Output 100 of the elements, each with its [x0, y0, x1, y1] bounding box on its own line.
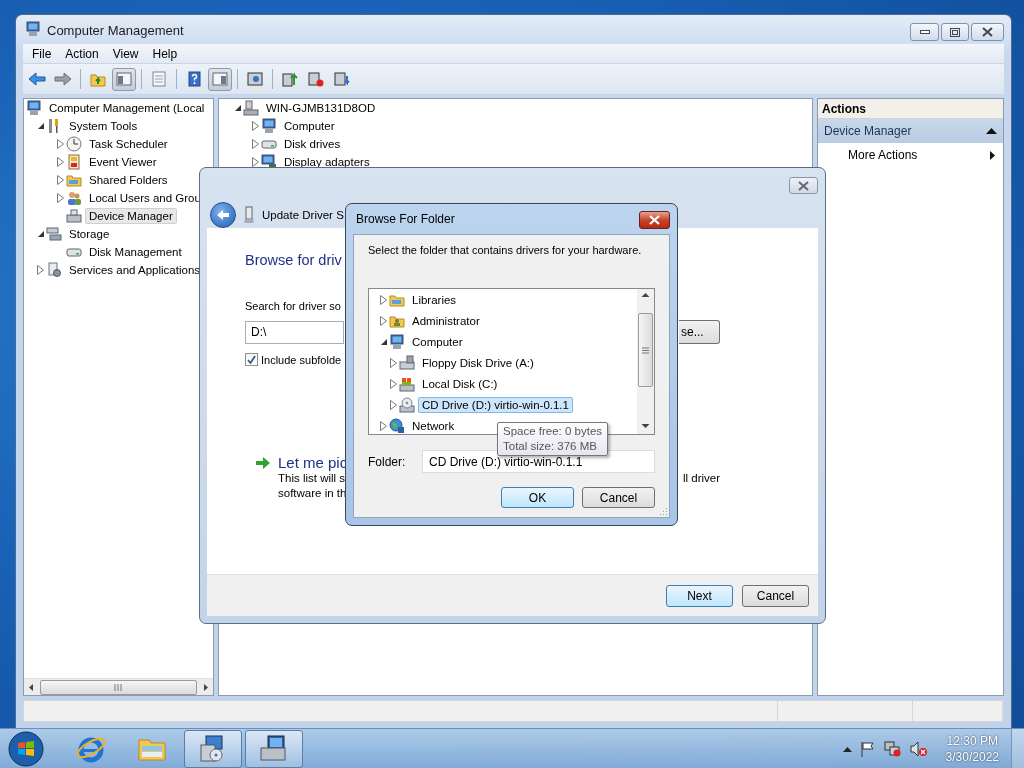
- tree-item[interactable]: Task Scheduler: [85, 136, 172, 152]
- tree-item[interactable]: CD Drive (D:) virtio-win-0.1.1: [418, 396, 573, 413]
- tree-item[interactable]: Storage: [65, 226, 114, 242]
- forward-arrow-icon: [54, 71, 72, 87]
- computer-icon: [389, 333, 405, 350]
- tree-item[interactable]: Libraries: [408, 291, 461, 308]
- uninstall-device-icon: [333, 71, 351, 87]
- tree-item[interactable]: Shared Folders: [85, 172, 172, 188]
- dialog-title: Browse For Folder: [356, 212, 455, 226]
- network-computer-icon: [243, 100, 259, 116]
- volume-button[interactable]: [909, 740, 928, 757]
- network-button[interactable]: [883, 740, 902, 757]
- scan-hardware-icon: [246, 71, 264, 87]
- expand-icon[interactable]: [252, 121, 259, 131]
- expand-icon[interactable]: [57, 175, 64, 185]
- usb-device-icon: [244, 205, 254, 224]
- instruction-text: Select the folder that contains drivers for your hardware.: [368, 244, 643, 256]
- network-icon: [883, 740, 902, 757]
- expand-icon[interactable]: [57, 139, 64, 149]
- toolbar-button[interactable]: [208, 67, 232, 91]
- clock-icon: [66, 136, 82, 152]
- taskbar-button[interactable]: [245, 729, 303, 768]
- tree-item[interactable]: Disk drives: [280, 136, 345, 152]
- dialog-title: Update Driver S: [262, 208, 344, 221]
- back-button[interactable]: [210, 201, 236, 228]
- action-item[interactable]: More Actions: [818, 143, 1003, 167]
- maximize-button[interactable]: [941, 23, 969, 41]
- tree-item[interactable]: System Tools: [65, 118, 142, 134]
- action-pane-icon: [211, 71, 229, 87]
- tree-item[interactable]: WIN-GJMB131D8OD: [262, 100, 380, 116]
- path-field[interactable]: D:\: [245, 320, 344, 344]
- close-button[interactable]: [639, 211, 670, 229]
- toolbar-button[interactable]: [112, 67, 136, 91]
- expand-icon[interactable]: [252, 139, 259, 149]
- taskbar-button[interactable]: [184, 729, 242, 768]
- tree-item[interactable]: Administrator: [408, 312, 484, 329]
- actions-header: Actions: [818, 99, 1003, 119]
- clock-date: 3/30/2022: [945, 748, 999, 765]
- menu-item[interactable]: Action: [58, 46, 106, 61]
- expand-icon[interactable]: [390, 399, 397, 410]
- expand-icon[interactable]: [380, 294, 387, 305]
- browse-button[interactable]: se...: [679, 320, 720, 344]
- close-button[interactable]: [789, 177, 818, 194]
- tree-item[interactable]: Local Disk (C:): [418, 375, 502, 392]
- collapse-icon[interactable]: [233, 104, 242, 112]
- folder-label: Folder:: [368, 454, 407, 469]
- device-icon: [66, 208, 82, 224]
- computer-icon: [25, 21, 41, 37]
- cd-drive-icon: [399, 396, 415, 413]
- clock-time: 12:30 PM: [946, 732, 998, 749]
- properties-icon: [150, 71, 168, 87]
- checkbox[interactable]: [245, 353, 258, 366]
- caret-icon: [842, 745, 852, 752]
- start-orb-icon: [8, 730, 44, 767]
- cancel-button[interactable]: Cancel: [582, 487, 655, 508]
- menu-item[interactable]: File: [25, 46, 59, 61]
- expand-icon[interactable]: [390, 357, 397, 368]
- close-button[interactable]: [971, 23, 1004, 41]
- arrow-icon: [255, 454, 271, 471]
- action-center-button[interactable]: [859, 740, 876, 757]
- vertical-scrollbar[interactable]: [637, 289, 654, 434]
- collapse-icon: [986, 128, 997, 134]
- event-log-icon: [66, 154, 82, 170]
- tree-item[interactable]: Computer Management (Local: [45, 100, 209, 116]
- section-title: Device Manager: [824, 124, 912, 138]
- actions-section[interactable]: Device Manager: [818, 119, 1003, 143]
- tree-pane-icon: [115, 71, 133, 87]
- update-driver-icon: [281, 71, 299, 87]
- expand-icon[interactable]: [57, 157, 64, 167]
- expand-icon[interactable]: [390, 378, 397, 389]
- menu-item[interactable]: View: [105, 46, 146, 61]
- users-icon: [66, 190, 82, 206]
- minimize-icon: [919, 30, 930, 34]
- collapse-icon[interactable]: [36, 230, 45, 238]
- horizontal-scrollbar[interactable]: [24, 678, 213, 695]
- tree-item[interactable]: Floppy Disk Drive (A:): [418, 354, 538, 371]
- floppy-drive-icon: [399, 354, 415, 371]
- minimize-button[interactable]: [910, 23, 939, 41]
- next-button[interactable]: Next: [666, 584, 733, 607]
- show-hidden-icons-button[interactable]: [842, 745, 852, 752]
- tree-item[interactable]: Disk Management: [85, 244, 186, 260]
- tree-item[interactable]: Computer: [280, 118, 339, 134]
- tree-item[interactable]: Display adapters: [280, 154, 374, 170]
- expand-icon[interactable]: [57, 193, 64, 203]
- menu-item[interactable]: Help: [145, 46, 185, 61]
- tree-item[interactable]: Device Manager: [85, 208, 177, 224]
- collapse-icon[interactable]: [36, 122, 45, 130]
- ok-button[interactable]: OK: [501, 487, 574, 508]
- expand-icon[interactable]: [37, 265, 44, 275]
- start-button[interactable]: [6, 729, 46, 768]
- expand-icon[interactable]: [380, 420, 387, 431]
- tree-item[interactable]: Computer: [408, 333, 467, 350]
- tree-item[interactable]: Event Viewer: [85, 154, 161, 170]
- tree-item[interactable]: Network: [408, 417, 459, 434]
- expand-icon[interactable]: [252, 157, 259, 167]
- back-arrow-icon: [216, 208, 230, 221]
- expand-icon[interactable]: [380, 315, 387, 326]
- collapse-icon[interactable]: [379, 337, 388, 346]
- flag-icon: [859, 740, 876, 757]
- cancel-button[interactable]: Cancel: [742, 584, 809, 607]
